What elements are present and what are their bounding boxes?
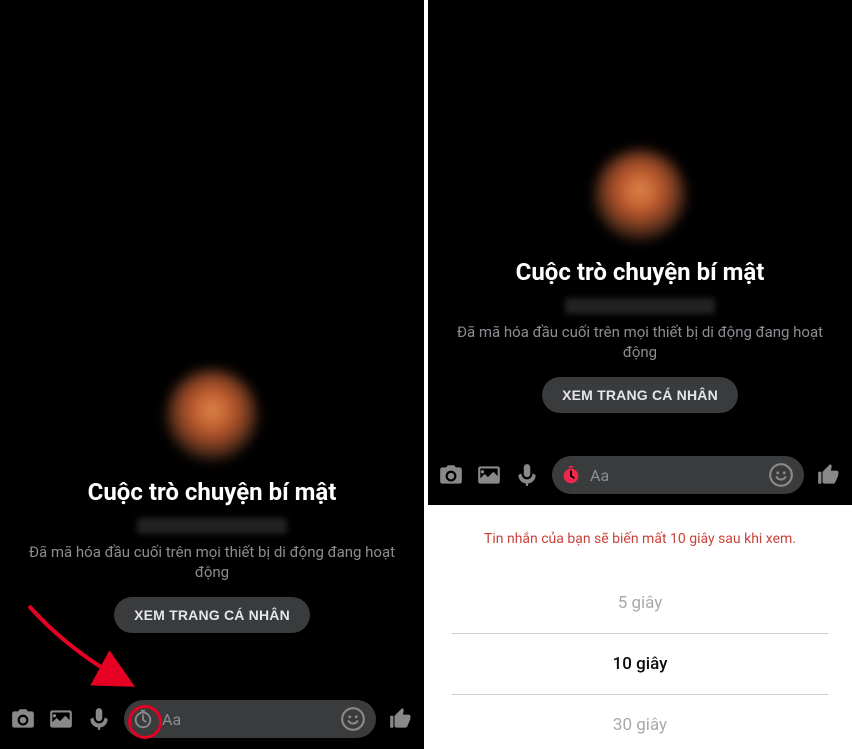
view-profile-button[interactable]: XEM TRANG CÁ NHÂN xyxy=(114,597,310,633)
message-placeholder: Aa xyxy=(590,466,609,485)
thumbs-up-icon[interactable] xyxy=(816,462,842,488)
message-input-bar: Aa xyxy=(428,451,852,499)
secret-chat-title: Cuộc trò chuyện bí mật xyxy=(516,258,765,286)
chat-intro-block: Cuộc trò chuyện bí mật Đã mã hóa đầu cuố… xyxy=(0,370,424,633)
timer-option-10s[interactable]: 10 giây xyxy=(452,634,828,695)
microphone-icon[interactable] xyxy=(86,706,112,732)
emoji-icon[interactable] xyxy=(340,706,366,732)
contact-avatar xyxy=(167,370,257,460)
message-field[interactable]: Aa xyxy=(552,456,804,494)
timer-icon-active[interactable] xyxy=(560,464,582,486)
camera-icon[interactable] xyxy=(438,462,464,488)
secret-chat-title: Cuộc trò chuyện bí mật xyxy=(88,478,337,506)
emoji-icon[interactable] xyxy=(768,462,794,488)
microphone-icon[interactable] xyxy=(514,462,540,488)
timer-option-30s[interactable]: 30 giây xyxy=(452,695,828,749)
gallery-icon[interactable] xyxy=(476,462,502,488)
thumbs-up-icon[interactable] xyxy=(388,706,414,732)
screenshot-right: Cuộc trò chuyện bí mật Đã mã hóa đầu cuố… xyxy=(428,0,852,749)
screenshot-left: Cuộc trò chuyện bí mật Đã mã hóa đầu cuố… xyxy=(0,0,424,749)
message-input-bar: Aa xyxy=(0,695,424,743)
timer-options-sheet: Tin nhắn của bạn sẽ biến mất 10 giây sau… xyxy=(428,505,852,749)
encryption-description: Đã mã hóa đầu cuối trên mọi thiết bị di … xyxy=(442,322,838,363)
gallery-icon[interactable] xyxy=(48,706,74,732)
encryption-description: Đã mã hóa đầu cuối trên mọi thiết bị di … xyxy=(14,542,410,583)
contact-avatar xyxy=(595,150,685,240)
view-profile-button[interactable]: XEM TRANG CÁ NHÂN xyxy=(542,377,738,413)
chat-intro-block: Cuộc trò chuyện bí mật Đã mã hóa đầu cuố… xyxy=(428,150,852,413)
contact-name-blurred xyxy=(565,298,715,314)
timer-option-5s[interactable]: 5 giây xyxy=(452,573,828,634)
camera-icon[interactable] xyxy=(10,706,36,732)
timer-icon[interactable] xyxy=(132,708,154,730)
message-placeholder: Aa xyxy=(162,710,181,729)
contact-name-blurred xyxy=(137,518,287,534)
disappear-warning-text: Tin nhắn của bạn sẽ biến mất 10 giây sau… xyxy=(428,525,852,573)
message-field[interactable]: Aa xyxy=(124,700,376,738)
